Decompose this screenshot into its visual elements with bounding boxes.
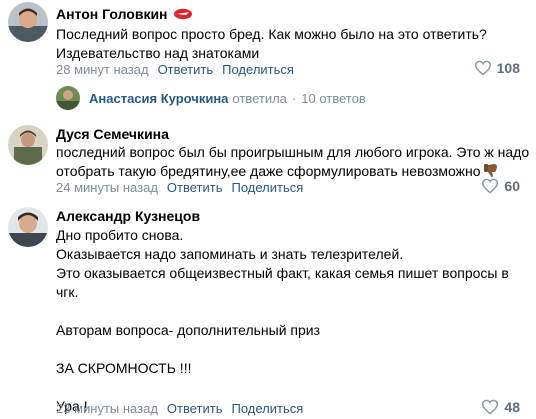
separator-dot: · <box>291 90 297 106</box>
like-button[interactable]: 48 <box>481 399 520 415</box>
spartak-badge-icon <box>173 7 193 24</box>
like-count: 108 <box>496 60 520 76</box>
comment-time[interactable]: 24 минуты назад <box>56 180 158 195</box>
comment-meta: 23 минуты назад Ответить Поделиться <box>56 401 303 417</box>
comment-text-body: последний вопрос был бы проигрышным для … <box>56 144 530 180</box>
reply-author[interactable]: Анастасия Курочкина <box>89 91 228 106</box>
comment-time[interactable]: 23 минуты назад <box>56 401 158 416</box>
heart-outline-icon <box>481 399 499 415</box>
reply-thread[interactable]: Анастасия Курочкина ответила · 10 ответо… <box>56 85 366 111</box>
share-button[interactable]: Поделиться <box>231 401 303 416</box>
reply-button[interactable]: Ответить <box>167 401 223 416</box>
author-name[interactable]: Антон Головкин <box>56 6 168 22</box>
like-button[interactable]: 60 <box>481 178 520 194</box>
share-button[interactable]: Поделиться <box>231 180 303 195</box>
avatar[interactable] <box>8 125 48 165</box>
reply-action: ответила <box>232 90 287 106</box>
comment-author[interactable]: Александр Кузнецов <box>56 208 200 225</box>
avatar[interactable] <box>8 2 48 42</box>
comment-text: Дно пробито снова. Оказывается надо запо… <box>56 227 509 414</box>
comment-time[interactable]: 28 минут назад <box>56 62 149 77</box>
heart-outline-icon <box>481 178 499 194</box>
avatar[interactable] <box>8 207 48 247</box>
comment-meta: 28 минут назад Ответить Поделиться <box>56 62 294 78</box>
heart-outline-icon <box>474 60 492 76</box>
replies-count-link[interactable]: 10 ответов <box>301 91 365 106</box>
comment-text: Последний вопрос просто бред. Как можно … <box>56 26 487 61</box>
like-button[interactable]: 108 <box>474 60 520 76</box>
comment-author[interactable]: Антон Головкин <box>56 6 193 24</box>
like-count: 48 <box>504 399 520 415</box>
avatar[interactable] <box>56 86 80 110</box>
comment-text: последний вопрос был бы проигрышным для … <box>56 143 529 183</box>
comment-author[interactable]: Дуся Семечкина <box>56 126 169 143</box>
reply-button[interactable]: Ответить <box>167 180 223 195</box>
reply-button[interactable]: Ответить <box>158 62 214 77</box>
comment-meta: 24 минуты назад Ответить Поделиться <box>56 180 303 196</box>
share-button[interactable]: Поделиться <box>222 62 294 77</box>
like-count: 60 <box>504 178 520 194</box>
comments-feed: Антон Головкин Последний вопрос просто б… <box>0 0 536 419</box>
